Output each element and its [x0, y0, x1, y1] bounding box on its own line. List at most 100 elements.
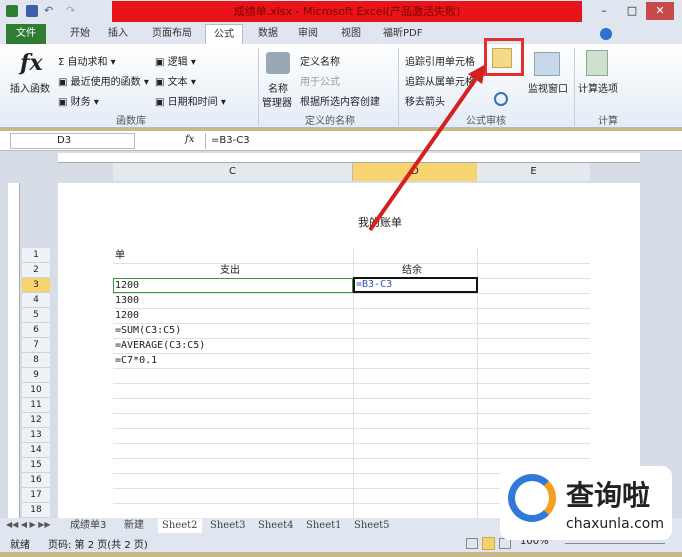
zoom-slider[interactable]: [565, 543, 665, 544]
row-header-8[interactable]: 8: [22, 353, 50, 368]
row-header-2[interactable]: 2: [22, 263, 50, 278]
sheet-nav-arrows[interactable]: ◀◀ ◀ ▶ ▶▶: [6, 520, 51, 529]
row-header-1[interactable]: 1: [22, 248, 50, 263]
row-header-12[interactable]: 12: [22, 413, 50, 428]
divider: [258, 48, 259, 126]
page-layout-view-icon[interactable]: [482, 537, 495, 550]
row-header-11[interactable]: 11: [22, 398, 50, 413]
financial-button[interactable]: ▣ 财务 ▾: [58, 93, 99, 108]
sheet-tab-sheet3[interactable]: Sheet3: [206, 519, 250, 533]
tab-foxit-pdf[interactable]: 福昕PDF: [375, 24, 430, 44]
row-header-4[interactable]: 4: [22, 293, 50, 308]
fx-icon[interactable]: fx: [185, 134, 194, 145]
cell-d2[interactable]: 结余: [402, 263, 422, 278]
watch-window-icon: [534, 52, 560, 76]
text-button[interactable]: ▣ 文本 ▾: [155, 73, 196, 88]
tab-home[interactable]: 开始: [62, 24, 98, 44]
sheet-tab-sheet2[interactable]: Sheet2: [158, 519, 202, 533]
watch-window-button[interactable]: 监视窗口: [528, 80, 568, 95]
gridline: [113, 323, 590, 324]
gridline: [113, 398, 590, 399]
row-header-17[interactable]: 17: [22, 488, 50, 503]
row-header-7[interactable]: 7: [22, 338, 50, 353]
group-function-library: 函数库: [116, 116, 146, 127]
gridline: [113, 263, 590, 264]
tab-view[interactable]: 视图: [333, 24, 369, 44]
datetime-button[interactable]: ▣ 日期和时间 ▾: [155, 93, 226, 108]
gridline: [113, 293, 590, 294]
gridline: [113, 308, 590, 309]
tab-formulas[interactable]: 公式: [205, 24, 243, 44]
row-header-15[interactable]: 15: [22, 458, 50, 473]
column-header-c[interactable]: C: [113, 163, 353, 181]
watermark-text: 查询啦: [566, 479, 651, 512]
finance-label: 财务: [70, 97, 91, 108]
text-label: 文本: [167, 77, 188, 88]
gridline: [113, 383, 590, 384]
row-header-18[interactable]: 18: [22, 503, 50, 518]
vertical-ruler: [8, 183, 20, 518]
autosum-button[interactable]: Σ 自动求和 ▾: [58, 53, 116, 68]
reference-highlight: [113, 278, 353, 293]
row-header-13[interactable]: 13: [22, 428, 50, 443]
cell-c6[interactable]: =SUM(C3:C5): [115, 323, 181, 338]
minimize-button[interactable]: –: [590, 2, 618, 20]
define-name-button[interactable]: 定义名称: [300, 53, 340, 68]
row-header-10[interactable]: 10: [22, 383, 50, 398]
row-header-14[interactable]: 14: [22, 443, 50, 458]
red-arrow-annotation: [368, 64, 486, 232]
use-in-formula-button[interactable]: 用于公式: [300, 73, 340, 88]
undo-icon[interactable]: ↶: [44, 5, 56, 17]
name-manager-label-1[interactable]: 名称: [268, 80, 288, 95]
datetime-label: 日期和时间: [167, 97, 218, 108]
gridline: [113, 353, 590, 354]
name-manager-icon: [266, 52, 290, 74]
cell-d3-active[interactable]: =B3-C3: [353, 277, 478, 293]
calc-options-icon: [586, 50, 608, 76]
insert-function-button[interactable]: 插入函数: [10, 80, 50, 95]
row-header-6[interactable]: 6: [22, 323, 50, 338]
group-defined-names: 定义的名称: [305, 116, 355, 127]
row-header-16[interactable]: 16: [22, 473, 50, 488]
sheet-tab-sheet5[interactable]: Sheet5: [350, 519, 394, 533]
sheet-tab-sheet1[interactable]: Sheet1: [302, 519, 346, 533]
logical-button[interactable]: ▣ 逻辑 ▾: [155, 53, 196, 68]
recent-label: 最近使用的函数: [70, 77, 141, 88]
status-ready: 就绪: [10, 540, 30, 551]
cell-c2[interactable]: 支出: [220, 263, 240, 278]
tab-page-layout[interactable]: 页面布局: [144, 24, 200, 44]
horizontal-ruler: [58, 153, 640, 163]
row-header-3[interactable]: 3: [22, 278, 50, 293]
name-box[interactable]: D3: [10, 133, 135, 149]
logic-label: 逻辑: [167, 57, 188, 68]
sheet-tab-chengjidan3[interactable]: 成绩单3: [66, 519, 110, 533]
sheet-tab-sheet4[interactable]: Sheet4: [254, 519, 298, 533]
cell-c1[interactable]: 单: [115, 248, 125, 263]
row-header-5[interactable]: 5: [22, 308, 50, 323]
cell-c4[interactable]: 1300: [115, 293, 139, 308]
tab-file[interactable]: 文件: [6, 24, 46, 44]
gridline: [113, 428, 590, 429]
excel-logo-icon: [6, 5, 18, 17]
divider: [574, 48, 575, 126]
recent-functions-button[interactable]: ▣ 最近使用的函数 ▾: [58, 73, 149, 88]
maximize-button[interactable]: □: [618, 2, 646, 20]
close-button[interactable]: ✕: [646, 2, 674, 20]
normal-view-icon[interactable]: [466, 538, 478, 549]
cell-c3[interactable]: 1200: [115, 278, 139, 293]
tab-review[interactable]: 审阅: [290, 24, 326, 44]
tab-insert[interactable]: 插入: [100, 24, 136, 44]
redo-icon[interactable]: ↷: [66, 5, 78, 17]
watermark-url: chaxunla.com: [566, 516, 664, 532]
calc-options-button[interactable]: 计算选项: [578, 80, 618, 95]
cell-c5[interactable]: 1200: [115, 308, 139, 323]
row-header-9[interactable]: 9: [22, 368, 50, 383]
cell-c7[interactable]: =AVERAGE(C3:C5): [115, 338, 205, 353]
tab-data[interactable]: 数据: [250, 24, 286, 44]
gridline: [113, 413, 590, 414]
cell-c8[interactable]: =C7*0.1: [115, 353, 157, 368]
sheet-tab-new[interactable]: 新建: [120, 519, 148, 533]
help-icon[interactable]: [600, 28, 612, 40]
save-icon[interactable]: [26, 5, 38, 17]
name-manager-label-2[interactable]: 管理器: [262, 94, 292, 109]
